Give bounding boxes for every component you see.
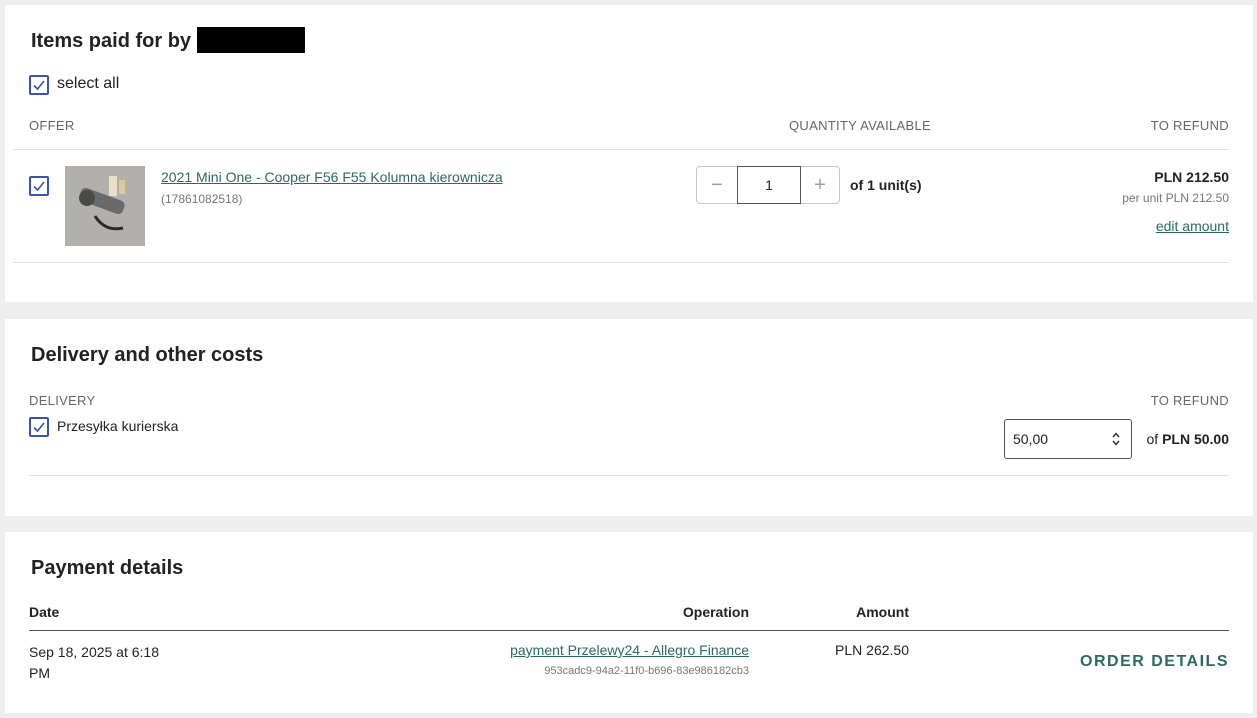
payment-operation-id: 953cadc9-94a2-11f0-b696-83e986182cb3 <box>544 665 749 677</box>
payment-date-line2: PM <box>29 665 50 681</box>
select-all-checkbox[interactable] <box>29 75 49 95</box>
edit-amount-link[interactable]: edit amount <box>1156 218 1229 234</box>
payment-date-line1: Sep 18, 2025 at 6:18 <box>29 644 159 660</box>
items-card: Items paid for by select all OFFER QUANT… <box>5 5 1253 302</box>
col-to-refund: TO REFUND <box>1150 118 1229 133</box>
delivery-checkbox[interactable] <box>29 417 49 437</box>
items-title: Items paid for by <box>31 30 192 52</box>
col-quantity: QUANTITY AVAILABLE <box>789 118 931 133</box>
product-thumbnail[interactable] <box>65 166 145 246</box>
col-amount: Amount <box>856 604 909 620</box>
delivery-card: Delivery and other costs DELIVERY TO REF… <box>5 319 1253 516</box>
refund-price: PLN 212.50 <box>1154 169 1229 185</box>
per-unit-price: per unit PLN 212.50 <box>1122 191 1229 205</box>
payment-header-divider <box>29 630 1229 631</box>
header-divider <box>13 149 1229 150</box>
col-delivery-refund: TO REFUND <box>1150 393 1229 408</box>
delivery-amount-input[interactable]: 50,00 <box>1004 419 1132 459</box>
delivery-of-label: of <box>1146 431 1159 447</box>
col-operation: Operation <box>682 604 749 620</box>
payment-date: Sep 18, 2025 at 6:18 PM <box>29 642 159 684</box>
item-checkbox[interactable] <box>29 176 49 196</box>
col-delivery: DELIVERY <box>29 393 96 408</box>
spinner-icon[interactable] <box>1109 431 1123 447</box>
item-divider <box>13 262 1229 263</box>
product-id: (17861082518) <box>161 192 243 206</box>
payment-card: Payment details Date Operation Amount Se… <box>5 532 1253 713</box>
select-all-label[interactable]: select all <box>57 75 119 93</box>
quantity-input[interactable]: 1 <box>737 166 801 204</box>
col-date: Date <box>29 604 60 620</box>
col-offer: OFFER <box>29 118 75 133</box>
plus-icon: + <box>814 173 826 196</box>
delivery-title: Delivery and other costs <box>31 344 264 366</box>
payment-title: Payment details <box>31 557 184 579</box>
delivery-method-label[interactable]: Przesyłka kurierska <box>57 418 178 434</box>
order-details-button[interactable]: ORDER DETAILS <box>1080 653 1229 671</box>
payment-operation-link[interactable]: payment Przelewy24 - Allegro Finance <box>510 642 749 658</box>
redacted-name <box>197 27 305 53</box>
payment-amount: PLN 262.50 <box>835 642 909 658</box>
minus-icon: − <box>711 173 723 196</box>
delivery-max-amount: PLN 50.00 <box>1162 431 1229 447</box>
delivery-amount-value: 50,00 <box>1013 431 1049 447</box>
product-name-link[interactable]: 2021 Mini One - Cooper F56 F55 Kolumna k… <box>161 169 503 185</box>
increment-button[interactable]: + <box>801 167 839 203</box>
quantity-stepper: − 1 + <box>696 166 840 204</box>
of-units-label: of 1 unit(s) <box>850 177 922 193</box>
decrement-button[interactable]: − <box>697 167 737 203</box>
delivery-of-amount: of PLN 50.00 <box>1146 431 1229 447</box>
delivery-divider <box>29 475 1229 476</box>
